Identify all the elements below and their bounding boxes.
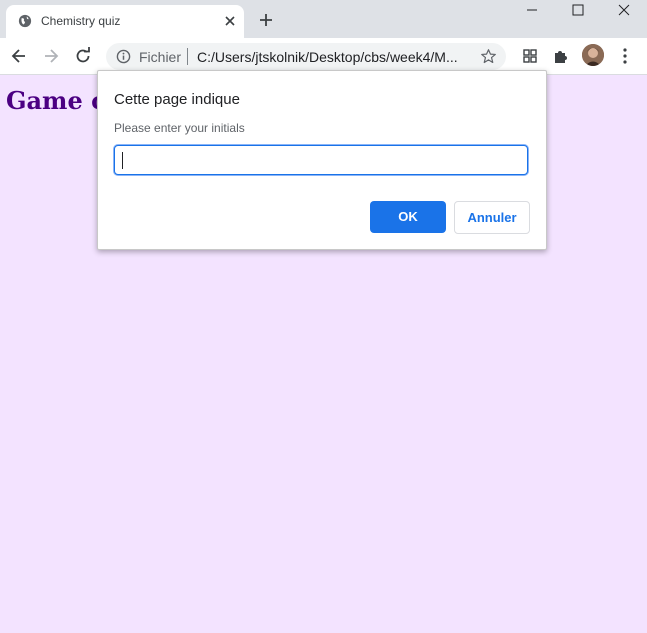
minimize-icon[interactable]: [509, 0, 555, 22]
prompt-dialog: Cette page indique Please enter your ini…: [97, 70, 547, 250]
tab-strip: Chemistry quiz: [0, 0, 647, 38]
dialog-message: Please enter your initials: [114, 121, 245, 135]
globe-icon: [18, 14, 32, 28]
kebab-menu-icon[interactable]: [618, 47, 632, 65]
tab-close-icon[interactable]: [222, 13, 238, 29]
puzzle-icon[interactable]: [552, 47, 570, 65]
tab-chemistry-quiz[interactable]: Chemistry quiz: [6, 5, 244, 38]
maximize-icon[interactable]: [555, 0, 601, 22]
forward-icon[interactable]: [41, 46, 61, 66]
back-icon[interactable]: [9, 46, 29, 66]
address-bar[interactable]: Fichier C:/Users/jtskolnik/Desktop/cbs/w…: [106, 43, 506, 70]
avatar[interactable]: [582, 44, 604, 66]
scheme-label: Fichier: [139, 49, 182, 65]
initials-input[interactable]: [114, 145, 528, 175]
address-separator: [187, 48, 188, 65]
profile-photo-icon: [582, 44, 604, 66]
text-caret: [122, 152, 123, 169]
info-icon[interactable]: [116, 49, 131, 64]
dialog-title: Cette page indique: [114, 91, 240, 108]
cancel-button[interactable]: Annuler: [454, 201, 530, 234]
star-icon[interactable]: [480, 48, 497, 65]
reload-icon[interactable]: [73, 46, 93, 66]
close-icon[interactable]: [601, 0, 647, 22]
new-tab-icon[interactable]: [257, 11, 275, 29]
url-text[interactable]: C:/Users/jtskolnik/Desktop/cbs/week4/M..…: [197, 49, 458, 65]
tab-title: Chemistry quiz: [41, 14, 121, 28]
extension-grid-icon[interactable]: [521, 47, 539, 65]
ok-button[interactable]: OK: [370, 201, 446, 233]
